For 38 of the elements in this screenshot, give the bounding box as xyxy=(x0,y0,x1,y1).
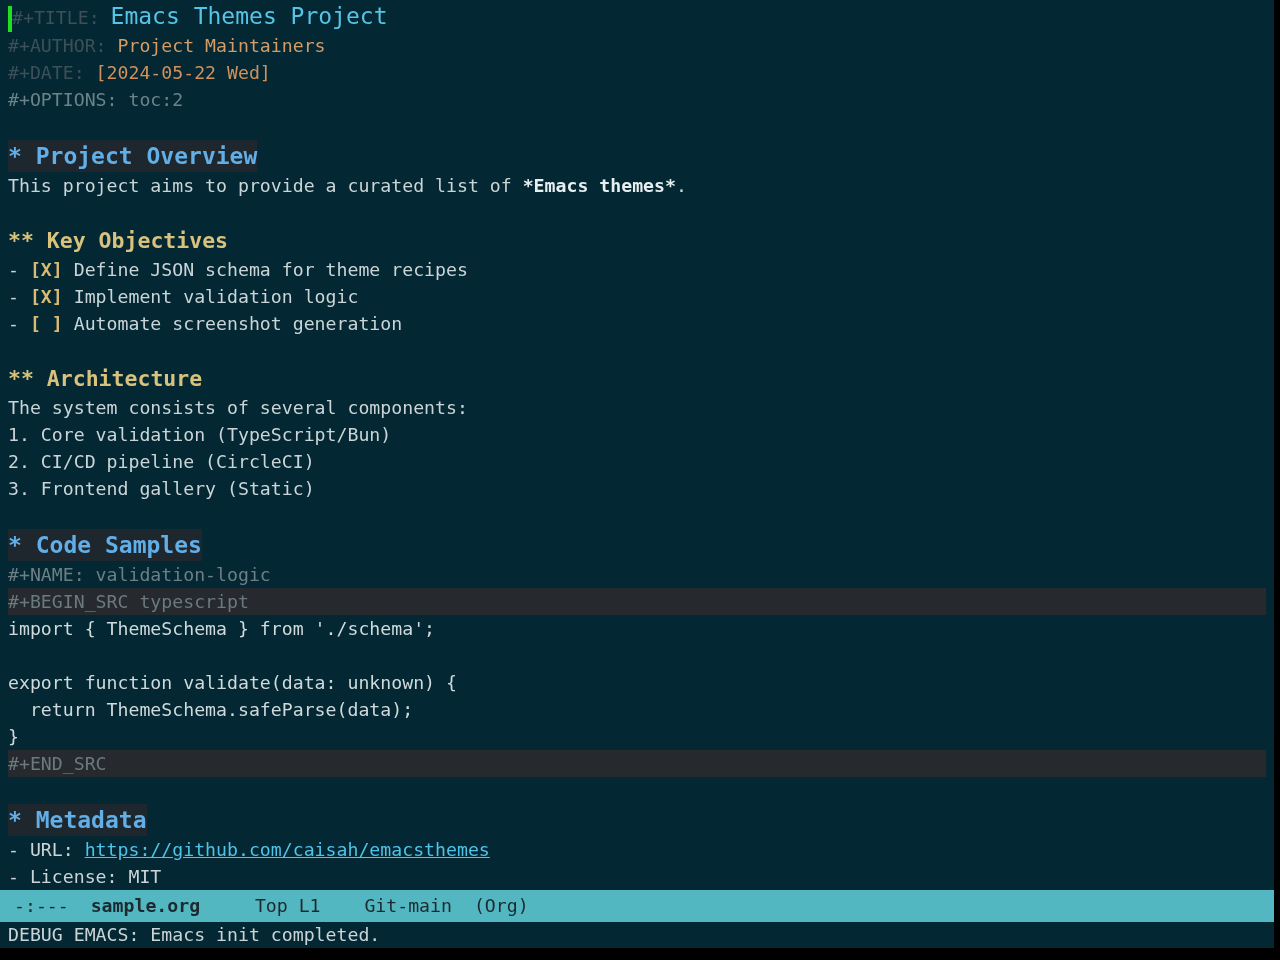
keyword-line: #+NAME: validation-logic xyxy=(8,564,271,585)
echo-area-message: DEBUG EMACS: Emacs init completed. xyxy=(8,924,381,945)
vc-branch: Git-main xyxy=(364,894,452,918)
checklist-item: - [X] Implement validation logic xyxy=(8,285,360,309)
text-cursor xyxy=(8,6,12,32)
buffer-status: -:--- xyxy=(14,894,69,918)
section-heading: * Project Overview xyxy=(8,140,258,172)
code-line: } xyxy=(8,726,19,747)
src-block-delimiter: #+BEGIN_SRC typescript xyxy=(8,588,1266,615)
subsection-heading: ** Architecture xyxy=(8,365,203,393)
checklist-item: - [X] Define JSON schema for theme recipes xyxy=(8,258,469,282)
keyword-label: #+OPTIONS: xyxy=(8,89,118,110)
buffer-name: sample.org xyxy=(90,894,201,918)
date-text: [2024-05-22 Wed] xyxy=(95,62,271,83)
author-text: Project Maintainers xyxy=(117,35,326,56)
keyword-label: #+AUTHOR: xyxy=(8,35,107,56)
section-heading: * Code Samples xyxy=(8,529,202,561)
list-item: - License: MIT xyxy=(8,866,162,887)
src-block-delimiter: #+END_SRC xyxy=(8,750,1266,777)
list-item-label: - URL: xyxy=(8,839,74,860)
paragraph-text: This project aims to provide a curated list of *Emacs themes*. xyxy=(8,174,688,198)
document-title: Emacs Themes Project xyxy=(110,3,388,29)
code-line: return ThemeSchema.safeParse(data); xyxy=(28,699,414,720)
paragraph-text: The system consists of several components: xyxy=(8,396,469,420)
section-heading: * Metadata xyxy=(8,804,147,836)
code-line: import { ThemeSchema } from './schema'; xyxy=(8,618,436,639)
subsection-heading: ** Key Objectives xyxy=(8,227,229,255)
keyword-label: #+DATE: xyxy=(8,62,85,83)
code-line: export function validate(data: unknown) { xyxy=(8,672,457,693)
list-item: 3. Frontend gallery (Static) xyxy=(8,478,315,499)
checklist-item: - [ ] Automate screenshot generation xyxy=(8,312,404,336)
list-item: 2. CI/CD pipeline (CircleCI) xyxy=(8,451,315,472)
list-item: 1. Core validation (TypeScript/Bun) xyxy=(8,424,392,445)
cursor-position: Top L1 xyxy=(254,894,321,918)
options-text: toc:2 xyxy=(128,89,184,110)
url-link[interactable]: https://github.com/caisah/emacsthemes xyxy=(84,839,490,860)
keyword-label: #+TITLE: xyxy=(12,7,100,28)
major-mode: (Org) xyxy=(473,894,529,918)
